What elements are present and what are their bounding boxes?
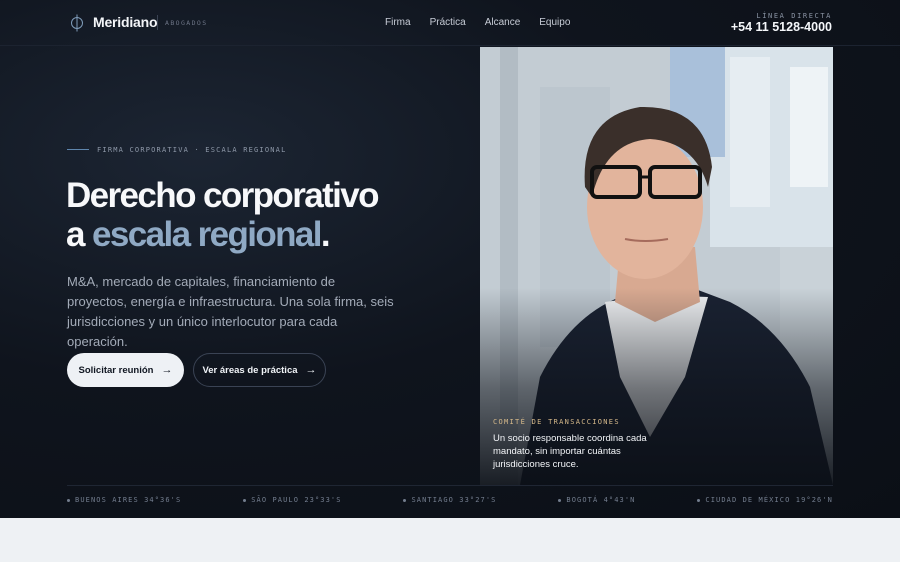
top-nav: Meridiano ABOGADOS Firma Práctica Alcanc… <box>0 0 900 46</box>
brand-divider <box>157 15 158 30</box>
arrow-right-icon: → <box>305 364 317 376</box>
bullet-dot-icon <box>697 498 701 502</box>
nav-link-equipo[interactable]: Equipo <box>539 17 570 28</box>
city-label: BOGOTÁ 4°43'N <box>566 496 636 504</box>
nav-link-firma[interactable]: Firma <box>385 17 411 28</box>
request-meeting-button[interactable]: Solicitar reunión → <box>67 353 184 387</box>
city-item: BOGOTÁ 4°43'N <box>558 496 635 504</box>
headline-line-1: Derecho corporativo <box>66 176 380 215</box>
next-section <box>0 518 900 562</box>
headline-line-2-suffix: . <box>320 215 331 254</box>
city-label: BUENOS AIRES 34°36'S <box>75 496 182 504</box>
contact-label: LÍNEA DIRECTA <box>756 12 832 20</box>
nav-link-practica[interactable]: Práctica <box>430 17 466 28</box>
request-meeting-label: Solicitar reunión <box>78 364 154 376</box>
cities-strip: BUENOS AIRES 34°36'S SÃO PAULO 23°33'S S… <box>67 496 833 504</box>
partner-photo: COMITÉ DE TRANSACCIONES Un socio respons… <box>480 47 833 485</box>
city-item: SÃO PAULO 23°33'S <box>243 496 341 504</box>
bullet-dot-icon <box>67 498 70 502</box>
bullet-dot-icon <box>558 498 562 502</box>
city-item: BUENOS AIRES 34°36'S <box>67 496 181 504</box>
city-item: SANTIAGO 33°27'S <box>403 496 496 504</box>
headline-line-2-prefix: a <box>66 215 92 254</box>
hero-section: Meridiano ABOGADOS Firma Práctica Alcanc… <box>0 0 900 518</box>
city-label: SÃO PAULO 23°33'S <box>251 496 342 504</box>
cities-divider <box>67 485 833 486</box>
city-label: SANTIAGO 33°27'S <box>411 496 497 504</box>
practice-areas-label: Ver áreas de práctica <box>202 364 298 376</box>
brand-name[interactable]: Meridiano <box>93 14 158 30</box>
nav-links: Firma Práctica Alcance Equipo <box>385 17 589 28</box>
eyebrow-line <box>67 149 89 150</box>
city-label: CIUDAD DE MÉXICO 19°26'N <box>705 496 833 504</box>
city-item: CIUDAD DE MÉXICO 19°26'N <box>697 496 833 504</box>
nav-link-alcance[interactable]: Alcance <box>485 17 521 28</box>
meridian-logo-icon[interactable] <box>70 14 84 32</box>
bullet-dot-icon <box>403 498 407 502</box>
brand-subtitle: ABOGADOS <box>165 19 208 27</box>
photo-caption-label: COMITÉ DE TRANSACCIONES <box>493 418 620 426</box>
photo-caption: Un socio responsable coordina cada manda… <box>493 433 647 470</box>
hero-lead: M&A, mercado de capitales, financiamient… <box>67 274 394 349</box>
headline-accent: escala regional <box>92 215 323 254</box>
hero-eyebrow: FIRMA CORPORATIVA · ESCALA REGIONAL <box>97 146 287 154</box>
practice-areas-button[interactable]: Ver áreas de práctica → <box>193 353 326 387</box>
contact-phone[interactable]: +54 11 5128-4000 <box>731 20 832 34</box>
hero-headline: Derecho corporativo a escala regional. <box>66 176 466 254</box>
arrow-right-icon: → <box>161 364 173 376</box>
bullet-dot-icon <box>243 498 247 502</box>
